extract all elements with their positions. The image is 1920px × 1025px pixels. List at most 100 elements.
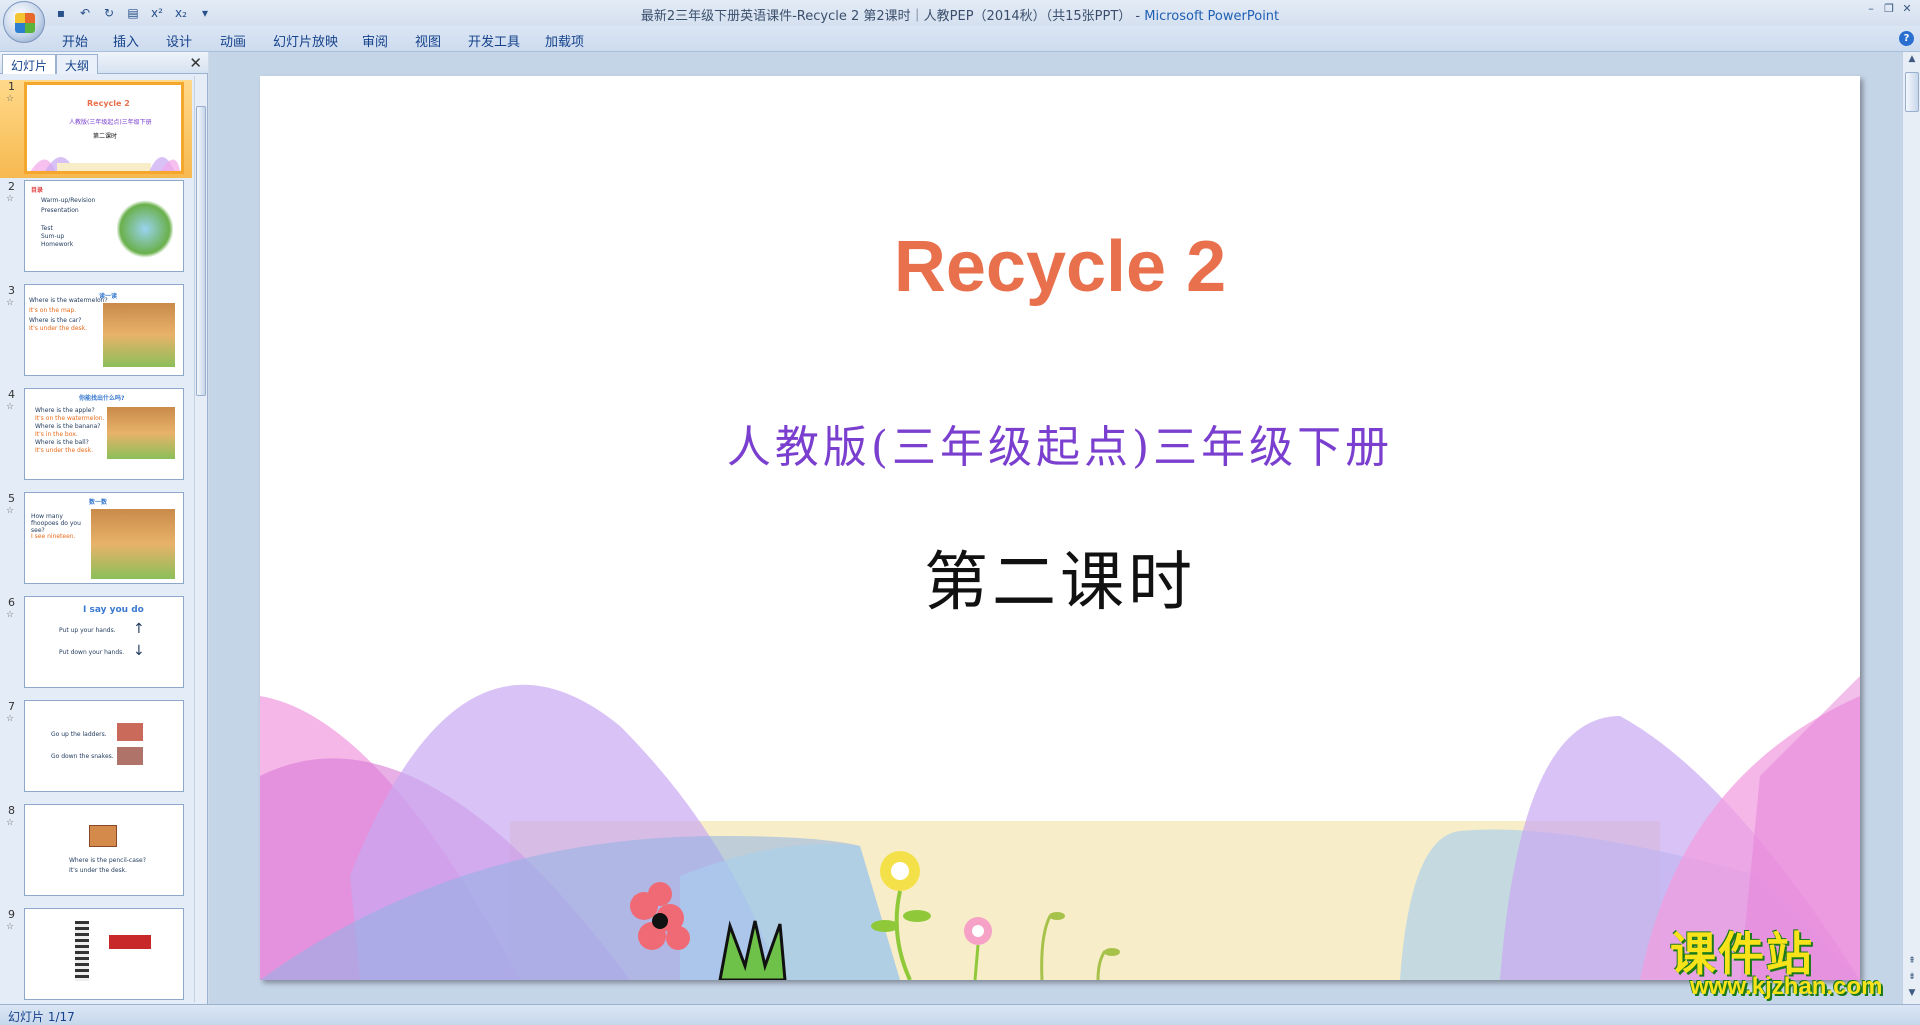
thumb-text: Where is the apple? [35, 407, 95, 414]
thumb-text: It's in the box. [35, 431, 78, 438]
tab-design[interactable]: 设计 [166, 31, 192, 50]
pane-scrollbar[interactable] [194, 76, 207, 1002]
thumb-text: It's under the desk. [29, 325, 88, 332]
thumbnail-number: 2 [8, 180, 15, 193]
close-pane-icon[interactable]: ✕ [189, 54, 202, 72]
tab-home[interactable]: 开始 [62, 31, 88, 50]
thumb-text: It's under the desk. [69, 867, 128, 874]
thumb-text: 人教版(三年级起点)三年级下册 [69, 119, 152, 126]
thumb-text: Go down the snakes. [51, 753, 114, 760]
animation-star-icon: ☆ [6, 506, 15, 516]
slide-title[interactable]: Recycle 2 [260, 226, 1860, 308]
window-title: 最新2三年级下册英语课件-Recycle 2 第2课时｜人教PEP（2014秋）… [640, 9, 1280, 24]
thumb-text: 读一读 [99, 293, 118, 300]
vertical-scrollbar[interactable]: ▲ ⇞ ⇟ ▼ [1902, 52, 1920, 1004]
pane-scroll-thumb[interactable] [196, 106, 206, 396]
thumbnail-preview: I say you do Put up your hands. Put down… [24, 596, 184, 688]
thumbnail-preview: Recycle 2 人教版(三年级起点)三年级下册 第二课时 [24, 82, 184, 174]
tab-developer[interactable]: 开发工具 [468, 31, 520, 50]
slide-counter: 幻灯片 1/17 [8, 1010, 75, 1024]
thumbnail-slide-8[interactable]: 8 ☆ Where is the pencil-case? It's under… [0, 804, 192, 904]
animation-star-icon: ☆ [6, 818, 15, 828]
tab-addins[interactable]: 加载项 [545, 31, 584, 50]
thumb-text: 你能找出什么吗? [79, 395, 125, 402]
thumb-text: I see nineteen. [31, 533, 76, 540]
thumbnail-preview: 目录 Warm-up/Revision Presentation Test Su… [24, 180, 184, 272]
thumbnail-slide-4[interactable]: 4 ☆ 你能找出什么吗? Where is the apple? It's on… [0, 388, 192, 488]
thumb-photo [103, 303, 175, 367]
thumb-qr-image [75, 921, 89, 981]
tab-insert[interactable]: 插入 [113, 31, 139, 50]
thumb-text: 数一数 [89, 499, 108, 506]
office-logo-icon [15, 13, 35, 33]
scroll-up-icon[interactable]: ▲ [1905, 54, 1919, 68]
close-icon[interactable]: ✕ [1898, 2, 1916, 16]
ribbon-tabs: 开始 插入 设计 动画 幻灯片放映 审阅 视图 开发工具 加载项 ? [0, 26, 1920, 52]
help-icon[interactable]: ? [1899, 31, 1914, 46]
thumbnail-preview: Go up the ladders. Go down the snakes. [24, 700, 184, 792]
thumbnail-slide-5[interactable]: 5 ☆ 数一数 How many fhoopoes do you see? I … [0, 492, 192, 592]
thumb-text: Sum-up [41, 233, 65, 240]
thumb-text: 目录 [31, 187, 44, 194]
thumb-text: Homework [41, 241, 74, 248]
thumbnail-preview [24, 908, 184, 1000]
status-bar: 幻灯片 1/17 [0, 1004, 1920, 1025]
thumb-text: Where is the banana? [35, 423, 101, 430]
animation-star-icon: ☆ [6, 922, 15, 932]
current-slide[interactable]: Recycle 2 人教版(三年级起点)三年级下册 第二课时 [260, 76, 1860, 980]
slide-lesson-label[interactable]: 第二课时 [260, 531, 1860, 623]
animation-star-icon: ☆ [6, 94, 15, 104]
thumbnail-number: 8 [8, 804, 15, 817]
slide-background-decor [260, 676, 1860, 980]
up-arrow-icon: ↑ [133, 621, 145, 637]
tab-animation[interactable]: 动画 [220, 31, 246, 50]
thumb-text: Go up the ladders. [51, 731, 107, 738]
animation-star-icon: ☆ [6, 714, 15, 724]
slide-editing-area: Recycle 2 人教版(三年级起点)三年级下册 第二课时 [209, 52, 1902, 1004]
thumb-text: It's on the map. [29, 307, 77, 314]
scroll-thumb[interactable] [1905, 72, 1919, 112]
tab-outline[interactable]: 大纲 [56, 54, 99, 74]
pane-tabs: 幻灯片 大纲 ✕ [0, 52, 208, 74]
document-title: 最新2三年级下册英语课件-Recycle 2 第2课时｜人教PEP（2014秋）… [640, 9, 1132, 24]
tab-view[interactable]: 视图 [415, 31, 441, 50]
thumb-text: Where is the ball? [35, 439, 89, 446]
thumb-text: I say you do [83, 605, 144, 615]
title-bar: ▪ ↶ ↻ ▤ x² x₂ ▾ 最新2三年级下册英语课件-Recycle 2 第… [0, 0, 1920, 43]
thumbnail-slide-1[interactable]: 1 ☆ Recycle 2 人教版(三年级起点)三年级下册 第二课时 [0, 80, 192, 178]
tab-review[interactable]: 审阅 [362, 31, 388, 50]
minimize-icon[interactable]: – [1862, 2, 1880, 16]
thumbnail-preview: 数一数 How many fhoopoes do you see? I see … [24, 492, 184, 584]
thumbnail-number: 1 [8, 80, 15, 93]
thumb-photo [117, 723, 143, 741]
app-name: Microsoft PowerPoint [1144, 9, 1280, 24]
thumb-photo [89, 825, 117, 847]
thumb-illustration [117, 199, 173, 259]
thumbnail-slide-9[interactable]: 9 ☆ [0, 908, 192, 1002]
thumbnail-preview: 你能找出什么吗? Where is the apple? It's on the… [24, 388, 184, 480]
thumb-decor [30, 157, 181, 171]
thumbnail-slide-2[interactable]: 2 ☆ 目录 Warm-up/Revision Presentation Tes… [0, 180, 192, 280]
watermark: 课件站 www.kjzhan.com [1670, 918, 1910, 1004]
office-button[interactable] [3, 1, 45, 43]
thumb-banner [109, 935, 151, 949]
thumb-text: Warm-up/Revision [41, 197, 96, 204]
thumbnail-number: 3 [8, 284, 15, 297]
slide-subtitle[interactable]: 人教版(三年级起点)三年级下册 [260, 411, 1860, 475]
thumb-photo [91, 509, 175, 579]
tab-slideshow[interactable]: 幻灯片放映 [273, 31, 338, 50]
thumbnail-slide-7[interactable]: 7 ☆ Go up the ladders. Go down the snake… [0, 700, 192, 800]
window-controls: – ❐ ✕ [1862, 2, 1916, 16]
thumb-text: Recycle 2 [87, 99, 130, 108]
thumbnail-slide-3[interactable]: 3 ☆ Where is the watermelon? It's on the… [0, 284, 192, 384]
tab-slides[interactable]: 幻灯片 [2, 54, 57, 74]
animation-star-icon: ☆ [6, 298, 15, 308]
thumbnail-preview: Where is the watermelon? It's on the map… [24, 284, 184, 376]
restore-icon[interactable]: ❐ [1880, 2, 1898, 16]
animation-star-icon: ☆ [6, 194, 15, 204]
thumb-text: Put up your hands. [59, 627, 116, 634]
thumbnail-number: 4 [8, 388, 15, 401]
thumb-text: Where is the watermelon? [29, 297, 108, 304]
thumbnail-slide-6[interactable]: 6 ☆ I say you do Put up your hands. Put … [0, 596, 192, 696]
thumb-text: It's under the desk. [35, 447, 94, 454]
